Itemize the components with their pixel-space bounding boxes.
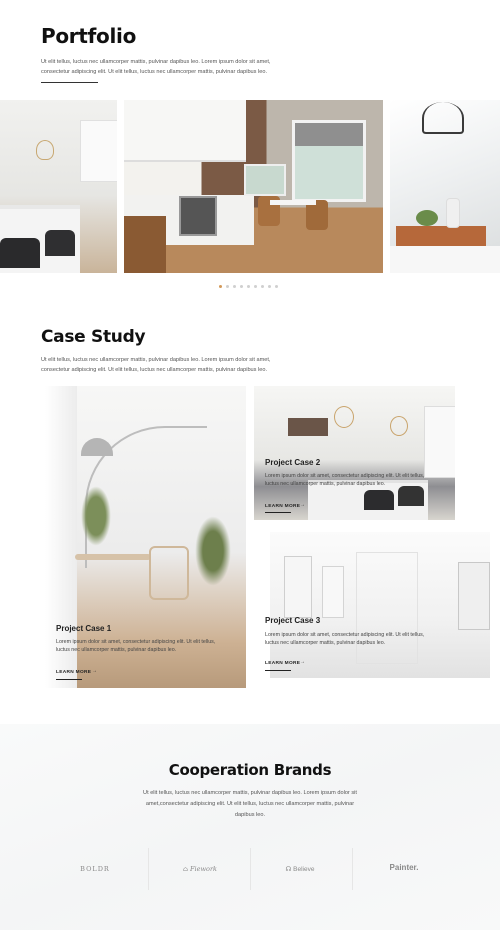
brand-logo-believe[interactable]: ☊ Believe (270, 865, 330, 873)
house-icon: ⌂ (182, 865, 188, 873)
slider-dot[interactable] (247, 285, 250, 288)
stool (364, 490, 394, 510)
arrow-right-icon[interactable]: → (300, 503, 305, 508)
case-study-description-line1: Ut elit tellus, luctus nec ullamcorper m… (41, 357, 271, 363)
slider-dot[interactable] (219, 285, 222, 288)
bar-stool (0, 238, 40, 268)
brands-description-line3: dapibus leo. (234, 812, 266, 818)
project-case-2-title[interactable]: Project Case 2 (265, 458, 320, 467)
learn-more-underline (265, 670, 291, 671)
plant (81, 486, 111, 546)
portfolio-slide-2[interactable] (124, 100, 383, 273)
pendant-lamp (390, 416, 408, 436)
small-window (244, 164, 286, 196)
portfolio-slide-3[interactable] (390, 100, 500, 273)
portfolio-slide-1[interactable] (0, 100, 117, 273)
learn-more-underline (265, 512, 291, 513)
project-case-2-card[interactable] (254, 386, 455, 520)
brands-description-line1: Ut elit tellus, luctus nec ullamcorper m… (143, 790, 357, 796)
cabinet (80, 120, 117, 182)
slider-dot[interactable] (275, 285, 278, 288)
plant (416, 210, 438, 226)
cabinet (424, 406, 455, 478)
headphones-icon: ☊ (285, 866, 292, 873)
window (292, 120, 366, 202)
slider-dot[interactable] (254, 285, 257, 288)
brand-divider (250, 848, 251, 890)
brand-logo-believe-label: Believe (293, 866, 315, 873)
brand-logo-fiework[interactable]: ⌂ Fiework (170, 865, 230, 873)
brands-description-line2: amet,consectetur adipiscing elit. Ut eli… (145, 801, 355, 807)
wooden-counter (124, 216, 166, 273)
arrow-right-icon[interactable]: → (300, 660, 305, 665)
slider-dot[interactable] (233, 285, 236, 288)
brand-logo-fiework-label: Fiework (190, 865, 217, 873)
counter (390, 246, 500, 273)
lamp-shade (81, 438, 113, 456)
project-case-1-desc-line2: luctus nec ullamcorper mattis, pulvinar … (56, 647, 177, 653)
project-case-2-learn-more[interactable]: LEARN MORE (265, 504, 300, 509)
pendant-lamp (334, 406, 354, 428)
portfolio-description-line1: Ut elit tellus, luctus nec ullamcorper m… (41, 59, 271, 65)
brand-divider (352, 848, 353, 890)
slider-dot[interactable] (240, 285, 243, 288)
learn-more-underline (56, 679, 82, 680)
brand-logo-boldr[interactable]: BOLDR (70, 865, 120, 873)
brands-background (0, 724, 500, 930)
project-case-3-learn-more[interactable]: LEARN MORE (265, 661, 300, 666)
portfolio-title-underline (41, 82, 98, 83)
plant (195, 516, 231, 586)
portfolio-title: Portfolio (41, 24, 137, 48)
pendant-lamp (422, 102, 464, 134)
window (322, 566, 344, 618)
window (458, 562, 490, 630)
project-case-2-desc-line2: luctus nec ullamcorper mattis, pulvinar … (265, 481, 386, 487)
window (284, 556, 312, 618)
project-case-3-card[interactable] (270, 532, 490, 678)
upper-cabinets (124, 100, 246, 162)
case-study-description-line2: consectetur adipiscing elit. Ut elit tel… (41, 367, 268, 373)
range-hood (288, 418, 328, 436)
brands-title: Cooperation Brands (168, 761, 332, 779)
stool (398, 486, 424, 506)
portfolio-description-line2: consectetur adipiscing elit. Ut elit tel… (41, 69, 268, 75)
project-case-3-desc-line2: luctus nec ullamcorper mattis, pulvinar … (265, 640, 386, 646)
slider-dot[interactable] (268, 285, 271, 288)
vase (446, 198, 460, 228)
round-table (75, 554, 151, 560)
wooden-tray (396, 226, 486, 246)
project-case-1-title[interactable]: Project Case 1 (56, 624, 111, 633)
slider-pagination[interactable] (219, 285, 278, 288)
slider-dot[interactable] (261, 285, 264, 288)
arrow-right-icon[interactable]: → (92, 669, 97, 674)
bar-stool (45, 230, 75, 256)
pendant-lamp (36, 140, 54, 160)
project-case-1-learn-more[interactable]: LEARN MORE (56, 670, 91, 675)
brand-divider (148, 848, 149, 890)
slider-dot[interactable] (226, 285, 229, 288)
oven (179, 196, 217, 236)
table (270, 200, 316, 205)
chair (149, 546, 189, 600)
project-case-3-title[interactable]: Project Case 3 (265, 616, 320, 625)
case-study-title: Case Study (41, 327, 146, 347)
brand-logo-painter[interactable]: Painter. (374, 863, 434, 872)
